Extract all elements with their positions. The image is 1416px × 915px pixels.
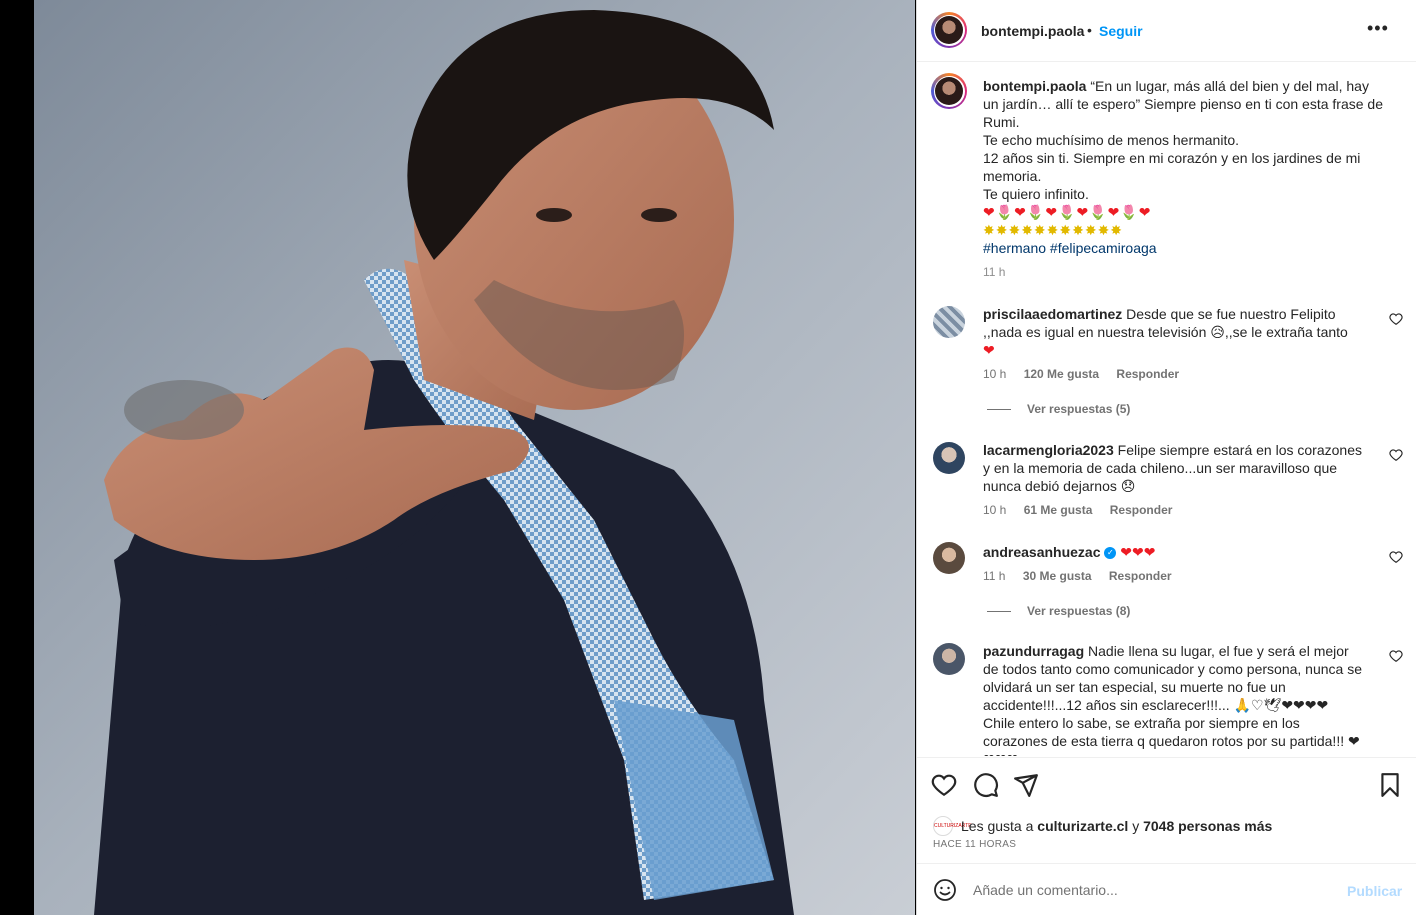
reply-button[interactable]: Responder bbox=[1116, 367, 1179, 381]
post-sidebar: bontempi.paola • Seguir ••• bontempi.pao… bbox=[916, 0, 1416, 915]
post-caption: bontempi.paola “En un lugar, más allá de… bbox=[983, 77, 1387, 257]
comment-like-icon[interactable] bbox=[1389, 312, 1403, 326]
liker-username[interactable]: culturizarte.cl bbox=[1037, 818, 1128, 834]
comment-like-icon[interactable] bbox=[1389, 550, 1403, 564]
verified-badge-icon: ✓ bbox=[1104, 547, 1117, 560]
commenter-avatar[interactable] bbox=[933, 643, 965, 675]
post-header: bontempi.paola • Seguir ••• bbox=[917, 0, 1416, 62]
comment-time[interactable]: 11 h bbox=[983, 569, 1005, 583]
caption-emoji-row-2: ✸✸✸✸✸✸✸✸✸✸✸ bbox=[983, 222, 1124, 238]
comment-likes[interactable]: 120 Me gusta bbox=[1024, 367, 1099, 381]
comments-scroll-area[interactable]: bontempi.paola “En un lugar, más allá de… bbox=[917, 63, 1416, 756]
commenter-avatar[interactable] bbox=[933, 542, 965, 574]
comment-input[interactable] bbox=[973, 880, 1333, 900]
caption-emoji-row-1: ❤🌷❤🌷❤🌷❤🌷❤🌷❤ bbox=[983, 204, 1152, 220]
post-modal: bontempi.paola • Seguir ••• bontempi.pao… bbox=[0, 0, 1416, 915]
post-image-illustration bbox=[34, 0, 915, 915]
emoji-icon[interactable] bbox=[933, 878, 957, 902]
reply-button[interactable]: Responder bbox=[1109, 569, 1172, 583]
commenter-username[interactable]: andreasanhuezac bbox=[983, 544, 1101, 560]
post-photo[interactable] bbox=[34, 0, 915, 915]
comment-icon[interactable] bbox=[973, 772, 999, 798]
post-timestamp[interactable]: HACE 11 HORAS bbox=[933, 839, 1016, 850]
comment-likes[interactable]: 30 Me gusta bbox=[1023, 569, 1092, 583]
share-icon[interactable] bbox=[1013, 772, 1039, 798]
author-avatar[interactable] bbox=[931, 12, 967, 48]
post-actions-bar bbox=[917, 757, 1416, 809]
commenter-username[interactable]: lacarmengloria2023 bbox=[983, 442, 1114, 458]
comment-like-icon[interactable] bbox=[1389, 448, 1403, 462]
caption-line-3: 12 años sin ti. Siempre en mi corazón y … bbox=[983, 150, 1361, 184]
separator-dot: • bbox=[1087, 22, 1092, 38]
caption-line-2: Te echo muchísimo de menos hermanito. bbox=[983, 132, 1240, 148]
caption-avatar[interactable] bbox=[931, 73, 967, 109]
comment-text: pazundurragag Nadie llena su lugar, el f… bbox=[983, 643, 1362, 756]
view-replies-button[interactable]: Ver respuestas (5) bbox=[987, 402, 1130, 416]
caption-line-4: Te quiero infinito. bbox=[983, 186, 1089, 202]
heart-icon[interactable] bbox=[931, 772, 957, 798]
likes-text: Les gusta a culturizarte.cl y 7048 perso… bbox=[961, 818, 1273, 834]
likes-summary: CULTURIZARTE Les gusta a culturizarte.cl… bbox=[917, 810, 1416, 840]
commenter-avatar[interactable] bbox=[933, 306, 965, 338]
caption-time[interactable]: 11 h bbox=[983, 265, 1005, 279]
comment-text: andreasanhuezac ✓ ❤❤❤ bbox=[983, 544, 1156, 560]
more-options-icon[interactable]: ••• bbox=[1367, 18, 1389, 39]
add-comment-bar: Publicar bbox=[917, 863, 1416, 915]
follow-button[interactable]: Seguir bbox=[1099, 23, 1143, 39]
commenter-username[interactable]: pazundurragag bbox=[983, 643, 1084, 659]
comment-text: lacarmengloria2023 Felipe siempre estará… bbox=[983, 442, 1362, 494]
bookmark-icon[interactable] bbox=[1377, 772, 1403, 798]
caption-hashtags[interactable]: #hermano #felipecamiroaga bbox=[983, 240, 1157, 256]
caption-username[interactable]: bontempi.paola bbox=[983, 78, 1086, 94]
comment-meta: 10 h 120 Me gusta Responder bbox=[983, 367, 1193, 381]
comment-text: priscilaaedomartinez Desde que se fue nu… bbox=[983, 306, 1348, 358]
comment-time[interactable]: 10 h bbox=[983, 367, 1006, 381]
liker-avatar[interactable]: CULTURIZARTE bbox=[933, 816, 972, 836]
commenter-username[interactable]: priscilaaedomartinez bbox=[983, 306, 1122, 322]
comment-time[interactable]: 10 h bbox=[983, 503, 1006, 517]
comment-likes[interactable]: 61 Me gusta bbox=[1024, 503, 1093, 517]
reply-button[interactable]: Responder bbox=[1110, 503, 1173, 517]
comment-like-icon[interactable] bbox=[1389, 649, 1403, 663]
comment-meta: 10 h 61 Me gusta Responder bbox=[983, 503, 1186, 517]
commenter-avatar[interactable] bbox=[933, 442, 965, 474]
post-comment-button[interactable]: Publicar bbox=[1347, 883, 1402, 899]
likes-count[interactable]: 7048 personas más bbox=[1143, 818, 1272, 834]
comment-emoji: ❤ bbox=[983, 342, 995, 358]
view-replies-button[interactable]: Ver respuestas (8) bbox=[987, 604, 1130, 618]
author-username[interactable]: bontempi.paola bbox=[981, 23, 1084, 39]
comment-meta: 11 h 30 Me gusta Responder bbox=[983, 569, 1186, 583]
